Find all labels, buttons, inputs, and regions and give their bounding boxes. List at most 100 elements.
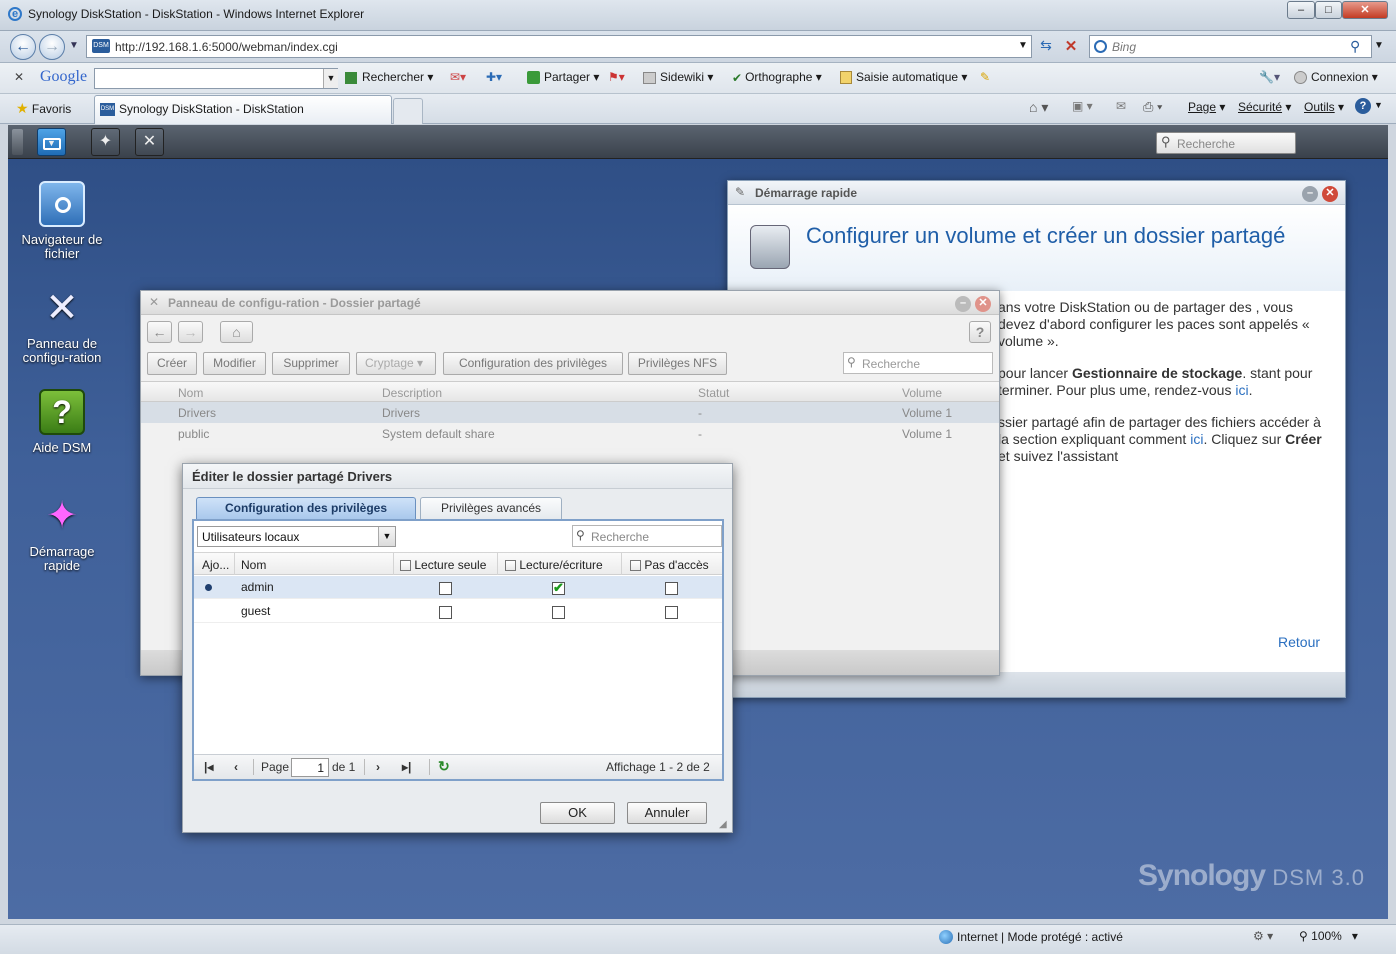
page-menu[interactable]: Page ▾ — [1188, 100, 1225, 114]
table-row[interactable]: Drivers Drivers - Volume 1 — [141, 402, 999, 423]
read-only-checkbox[interactable] — [439, 606, 452, 619]
column-name[interactable]: Nom — [241, 558, 266, 572]
dialog-header[interactable]: Éditer le dossier partagé Drivers — [183, 464, 732, 489]
bookmark-icon[interactable]: ✉▾ — [450, 70, 466, 84]
main-menu-button[interactable]: ▼ — [37, 128, 66, 156]
first-page-icon[interactable]: |◂ — [204, 760, 213, 774]
read-write-checkbox[interactable] — [552, 606, 565, 619]
table-row[interactable]: public System default share - Volume 1 — [141, 423, 999, 444]
column-description[interactable]: Description — [382, 386, 442, 400]
no-access-checkbox[interactable] — [665, 606, 678, 619]
no-access-checkbox[interactable] — [665, 582, 678, 595]
tab-privileges[interactable]: Configuration des privilèges — [196, 497, 416, 519]
column-read-write[interactable]: Lecture/écriture — [505, 558, 603, 572]
column-added[interactable]: Ajo... — [202, 558, 229, 572]
column-status[interactable]: Statut — [698, 386, 729, 400]
close-toolbar-icon[interactable]: ✕ — [14, 70, 24, 84]
print-icon[interactable]: ⎙ ▾ — [1143, 99, 1162, 115]
share-button[interactable]: Partager ▾ — [527, 70, 599, 85]
desktop-icon-control-panel[interactable]: ✕ Panneau de configu-ration — [12, 285, 112, 365]
settings-wrench-icon[interactable]: 🔧▾ — [1259, 70, 1280, 84]
highlight-icon[interactable]: ✎ — [980, 70, 990, 84]
nfs-privileges-button[interactable]: Privilèges NFS — [628, 352, 727, 375]
zoom-control[interactable]: ⚲ 100% ▾ — [1299, 929, 1358, 943]
search-dropdown-icon[interactable]: ▼ — [1374, 40, 1384, 51]
translate-icon[interactable]: ⚑▾ — [608, 70, 625, 84]
last-page-icon[interactable]: ▸| — [402, 760, 411, 774]
google-search-input[interactable] — [94, 68, 338, 89]
page-number-input[interactable]: 1 — [291, 758, 329, 777]
column-volume[interactable]: Volume — [902, 386, 942, 400]
create-button[interactable]: Créer — [147, 352, 197, 375]
control-panel-taskbar-button[interactable]: ✕ — [135, 128, 164, 156]
security-zone[interactable]: Internet | Mode protégé : activé — [957, 930, 1123, 944]
encryption-menu-button[interactable]: Cryptage ▾ — [356, 352, 436, 375]
prev-page-icon[interactable]: ‹ — [234, 760, 238, 774]
shared-folder-search[interactable]: Recherche — [843, 352, 993, 374]
refresh-icon[interactable]: ↻ — [438, 758, 450, 775]
address-input[interactable]: http://192.168.1.6:5000/webman/index.cgi — [86, 35, 1032, 58]
new-tab-button[interactable] — [393, 98, 423, 124]
quickstart-taskbar-button[interactable]: ✦ — [91, 128, 120, 156]
close-icon[interactable]: ✕ — [1322, 186, 1338, 202]
search-icon[interactable]: ⚲ — [1350, 38, 1360, 55]
google-search-button[interactable]: Rechercher ▾ — [345, 70, 433, 84]
desktop-icon-help[interactable]: ? Aide DSM — [12, 389, 112, 455]
help-icon[interactable]: ? — [969, 321, 991, 343]
favorites-button[interactable]: ★ Favoris — [16, 100, 71, 117]
search-box[interactable]: Bing — [1089, 35, 1372, 58]
feeds-icon[interactable]: ▣ ▾ — [1072, 99, 1093, 113]
dsm-search-input[interactable]: Recherche — [1156, 132, 1296, 154]
protected-mode-icon[interactable]: ⚙ ▾ — [1253, 929, 1273, 943]
read-only-checkbox[interactable] — [439, 582, 452, 595]
home-icon[interactable]: ⌂ ▾ — [1029, 99, 1048, 116]
security-menu[interactable]: Sécurité ▾ — [1238, 100, 1291, 114]
forward-button[interactable]: → — [39, 34, 65, 60]
quickstart-header[interactable]: ✎ Démarrage rapide – ✕ — [728, 181, 1345, 205]
help-dropdown-icon[interactable]: ▼ — [1374, 100, 1383, 110]
cancel-button[interactable]: Annuler — [627, 802, 707, 824]
ok-button[interactable]: OK — [540, 802, 615, 824]
maximize-button[interactable]: □ — [1315, 1, 1342, 19]
tab-advanced-privileges[interactable]: Privilèges avancés — [420, 497, 562, 519]
spellcheck-button[interactable]: ✔ Orthographe ▾ — [732, 70, 822, 85]
forward-arrow-icon[interactable]: → — [178, 321, 203, 343]
desktop-icon-quickstart[interactable]: ✦ Démarrage rapide — [12, 493, 112, 573]
address-dropdown-icon[interactable]: ▼ — [1018, 40, 1028, 51]
autofill-button[interactable]: Saisie automatique ▾ — [840, 70, 967, 85]
google-search-dropdown-icon[interactable]: ▼ — [323, 69, 338, 88]
column-read-only[interactable]: Lecture seule — [400, 558, 486, 572]
modify-button[interactable]: Modifier — [203, 352, 266, 375]
help-icon[interactable]: ? — [1355, 98, 1371, 114]
ici-link[interactable]: ici — [1235, 382, 1248, 398]
column-no-access[interactable]: Pas d'accès — [630, 558, 709, 572]
user-type-select[interactable]: Utilisateurs locaux ▼ — [197, 526, 396, 547]
no-access-all-checkbox[interactable] — [630, 560, 641, 572]
tools-menu[interactable]: Outils ▾ — [1304, 100, 1344, 114]
minimize-icon[interactable]: – — [955, 296, 971, 312]
column-name[interactable]: Nom — [178, 386, 203, 400]
ici-link[interactable]: ici — [1190, 431, 1203, 447]
read-write-all-checkbox[interactable] — [505, 560, 516, 572]
back-link[interactable]: Retour — [1278, 634, 1320, 650]
minimize-button[interactable]: – — [1287, 1, 1315, 19]
history-dropdown-icon[interactable]: ▼ — [69, 40, 79, 51]
chevron-down-icon[interactable]: ▼ — [378, 527, 395, 546]
control-panel-header[interactable]: ✕ Panneau de configu-ration - Dossier pa… — [141, 291, 999, 315]
minimize-icon[interactable]: – — [1302, 186, 1318, 202]
next-page-icon[interactable]: › — [376, 760, 380, 774]
resize-handle[interactable]: ◢ — [719, 819, 727, 830]
add-button-icon[interactable]: ✚▾ — [486, 70, 502, 84]
desktop-icon-file-browser[interactable]: Navigateur de fichier — [12, 181, 112, 261]
stop-icon[interactable]: ✕ — [1061, 37, 1081, 57]
sidewiki-button[interactable]: Sidewiki ▾ — [643, 70, 713, 84]
close-window-button[interactable]: ✕ — [1342, 1, 1388, 19]
delete-button[interactable]: Supprimer — [272, 352, 350, 375]
table-row[interactable]: guest — [194, 600, 722, 623]
back-arrow-icon[interactable]: ← — [147, 321, 172, 343]
table-row[interactable]: admin ✔ — [194, 576, 722, 599]
mail-icon[interactable]: ✉ — [1116, 99, 1126, 113]
home-icon[interactable]: ⌂ — [220, 321, 253, 343]
read-only-all-checkbox[interactable] — [400, 560, 411, 572]
back-button[interactable]: ← — [10, 34, 36, 60]
